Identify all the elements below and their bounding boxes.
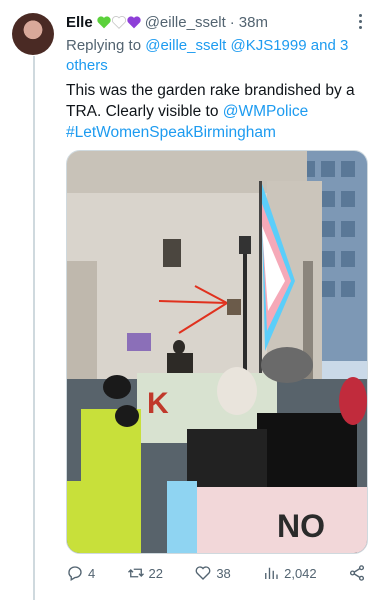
user-name[interactable]: Elle	[66, 14, 93, 31]
retweet-button[interactable]: 22	[127, 564, 163, 582]
thread-line	[33, 56, 35, 600]
tweet-text: This was the garden rake brandished by a…	[66, 80, 366, 143]
reply-count: 4	[88, 565, 96, 581]
avatar[interactable]	[12, 13, 54, 55]
tweet-header: Elle @eille_sselt · 38m	[66, 12, 359, 32]
hashtag-link[interactable]: #LetWomenSpeakBirmingham	[66, 124, 276, 141]
tweet-actions: 4 22 38 2,042	[66, 562, 366, 584]
analytics-icon	[265, 567, 278, 579]
purple-heart-icon	[127, 15, 141, 28]
view-count: 2,042	[284, 565, 317, 581]
like-count: 38	[216, 565, 231, 581]
mention-link[interactable]: @WMPolice	[223, 103, 309, 120]
reply-icon	[68, 566, 82, 581]
protest-photo: K NO	[67, 151, 367, 553]
share-icon	[349, 565, 365, 581]
views-button[interactable]: 2,042	[262, 564, 317, 582]
banner-text: NO	[277, 508, 325, 544]
separator-dot: ·	[229, 13, 235, 31]
green-heart-icon	[97, 15, 111, 28]
replying-to: Replying to @eille_sselt @KJS1999 and 3 …	[66, 36, 366, 76]
like-button[interactable]: 38	[194, 564, 231, 582]
share-button[interactable]	[348, 564, 366, 582]
user-handle[interactable]: @eille_sselt	[145, 14, 226, 31]
tweet-page: Elle @eille_sselt · 38m Replying to @eil…	[0, 0, 379, 600]
replying-prefix: Replying to	[66, 37, 142, 54]
white-heart-icon	[111, 15, 126, 29]
heart-emojis	[97, 15, 141, 29]
tweet-photo[interactable]: K NO	[66, 150, 368, 554]
retweet-count: 22	[148, 565, 164, 581]
tweet-body-text: This was the garden rake brandished by a…	[66, 82, 355, 120]
protest-sign-text: K	[147, 387, 169, 420]
timestamp[interactable]: 38m	[239, 14, 268, 31]
more-options-icon[interactable]	[359, 14, 363, 29]
retweet-icon	[127, 568, 144, 578]
heart-icon	[195, 566, 211, 580]
reply-button[interactable]: 4	[66, 564, 95, 582]
